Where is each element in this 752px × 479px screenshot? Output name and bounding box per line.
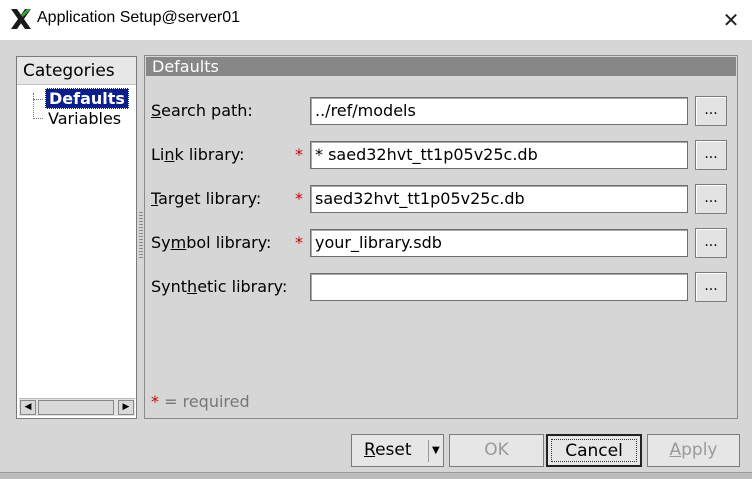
- required-marker: *: [295, 189, 303, 208]
- symbol-library-browse-button[interactable]: ...: [695, 228, 727, 258]
- synthetic-library-label: Synthetic library:: [151, 277, 288, 296]
- reset-label: Reset: [364, 440, 412, 460]
- link-library-input[interactable]: * saed32hvt_tt1p05v25c.db: [310, 141, 688, 169]
- panel-header: Defaults: [146, 57, 736, 76]
- target-library-input[interactable]: saed32hvt_tt1p05v25c.db: [310, 185, 688, 213]
- categories-header: Categories: [17, 57, 136, 85]
- synthetic-library-input[interactable]: [310, 273, 688, 301]
- symbol-library-input[interactable]: your_library.sdb: [310, 229, 688, 257]
- link-library-label: Link library:: [151, 145, 245, 164]
- link-library-browse-button[interactable]: ...: [695, 140, 727, 170]
- x-logo-icon: [11, 9, 31, 29]
- horizontal-scrollbar[interactable]: ◀ ▶: [19, 398, 135, 416]
- window-title: Application Setup@server01: [37, 9, 241, 26]
- close-icon[interactable]: ✕: [716, 6, 746, 34]
- pane-splitter-handle[interactable]: [139, 210, 143, 260]
- apply-button[interactable]: Apply: [647, 434, 740, 467]
- tree-item-variables[interactable]: Variables: [45, 109, 124, 128]
- target-library-label: Target library:: [151, 189, 262, 208]
- search-path-browse-button[interactable]: ...: [695, 96, 727, 126]
- search-path-input[interactable]: ../ref/models: [310, 97, 688, 125]
- reset-divider: [428, 440, 429, 462]
- categories-tree: Categories Defaults Variables ◀ ▶: [16, 56, 137, 419]
- tree-connector: [33, 118, 43, 119]
- symbol-library-label: Symbol library:: [151, 233, 272, 252]
- synthetic-library-browse-button[interactable]: ...: [695, 272, 727, 302]
- chevron-down-icon[interactable]: ▼: [432, 435, 440, 466]
- target-library-browse-button[interactable]: ...: [695, 184, 727, 214]
- cancel-button[interactable]: Cancel: [546, 434, 642, 467]
- tree-connector: [33, 93, 34, 117]
- tree-connector: [33, 99, 43, 100]
- defaults-panel: Defaults Search path: ../ref/models ... …: [144, 55, 738, 419]
- cancel-label: Cancel: [551, 439, 637, 462]
- required-marker: *: [295, 233, 303, 252]
- reset-button[interactable]: Reset ▼: [351, 434, 444, 467]
- search-path-label: Search path:: [151, 101, 253, 120]
- required-marker: *: [295, 145, 303, 164]
- scroll-thumb[interactable]: [38, 400, 114, 415]
- scroll-left-icon[interactable]: ◀: [20, 400, 36, 415]
- scroll-right-icon[interactable]: ▶: [118, 400, 134, 415]
- tree-item-defaults[interactable]: Defaults: [45, 88, 129, 109]
- ok-button[interactable]: OK: [449, 434, 544, 467]
- required-legend: * = required: [151, 392, 250, 411]
- title-bar: Application Setup@server01 ✕: [0, 0, 752, 40]
